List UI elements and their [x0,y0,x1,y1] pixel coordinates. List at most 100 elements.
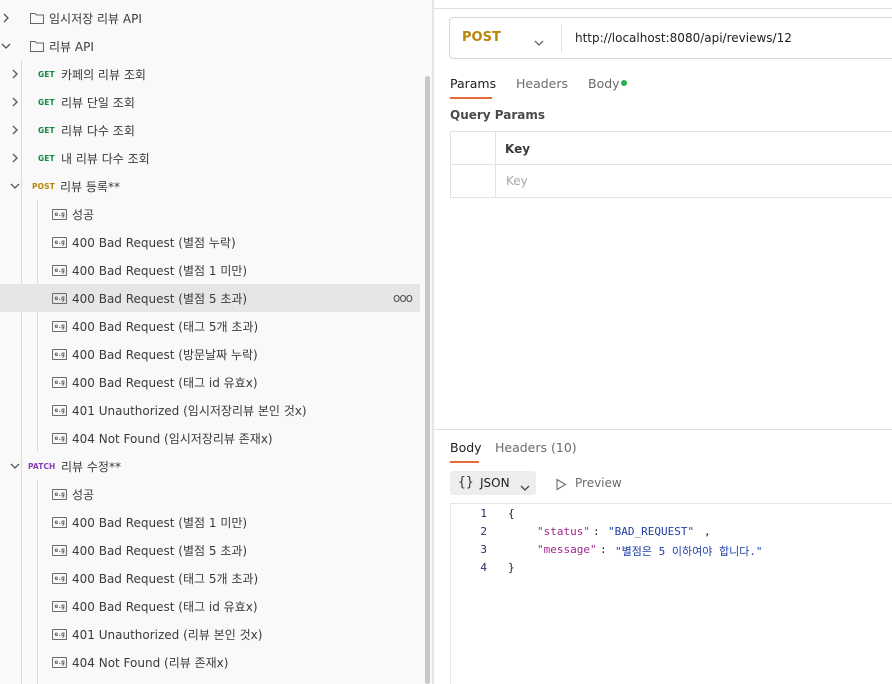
request-item[interactable]: GET 카페의 리뷰 조회 [0,60,420,88]
tab-bar-edge [434,0,892,9]
response-tab-body[interactable]: Body [450,440,482,455]
request-label: 리뷰 수정** [61,459,121,474]
example-item[interactable]: e.g 400 Bad Request (태그 5개 초과) [0,564,420,592]
url-divider [561,24,562,52]
chevron-down-icon[interactable] [10,461,20,471]
tab-headers[interactable]: Headers [516,76,568,91]
query-params-table: Key Key [450,131,892,198]
chevron-down-icon [520,478,530,491]
json-open-brace: { [508,507,515,520]
example-item[interactable]: e.g 401 Unauthorized (리뷰 본인 것x) [0,620,420,648]
play-icon[interactable] [555,476,567,491]
request-url-bar: POST http://localhost:8080/api/reviews/1… [449,17,892,59]
tab-body[interactable]: Body [588,76,620,91]
example-item[interactable]: e.g 400 Bad Request (별점 1 미만) [0,256,420,284]
json-key: "status" [537,525,590,538]
example-item[interactable]: e.g 404 Not Found (임시저장리뷰 존재x) [0,424,420,452]
example-item[interactable]: e.g 400 Bad Request (별점 1 미만) [0,508,420,536]
chevron-down-icon[interactable] [1,41,11,51]
example-item[interactable]: e.g 400 Bad Request (태그 5개 초과) [0,312,420,340]
line-number: 1 [480,507,487,520]
example-item-selected[interactable]: e.g 400 Bad Request (별점 5 초과) ooo [0,284,420,312]
example-icon: e.g [52,376,67,388]
request-label: 리뷰 다수 조회 [61,123,135,138]
example-item[interactable]: e.g 404 Not Found (리뷰 존재x) [0,648,420,676]
example-item[interactable]: e.g 401 Unauthorized (임시저장리뷰 본인 것x) [0,396,420,424]
request-item[interactable]: GET 내 리뷰 다수 조회 [0,144,420,172]
chevron-right-icon[interactable] [10,69,20,79]
example-icon: e.g [52,236,67,248]
method-badge-get: GET [38,125,55,135]
example-item[interactable]: e.g 400 Bad Request (별점 누락) [0,228,420,256]
chevron-right-icon[interactable] [10,125,20,135]
line-number: 4 [480,561,487,574]
preview-button[interactable]: Preview [575,476,622,490]
example-label: 400 Bad Request (별점 5 초과) [72,543,248,558]
collection-temp-review-api[interactable]: 임시저장 리뷰 API [0,4,420,32]
collection-review-api[interactable]: 리뷰 API [0,32,420,60]
method-select[interactable]: POST [462,30,501,45]
example-icon: e.g [52,292,67,304]
method-badge-get: GET [38,153,55,163]
example-label: 401 Unauthorized (리뷰 본인 것x) [72,627,263,642]
chevron-right-icon[interactable] [10,153,20,163]
response-pane-divider[interactable] [434,429,892,430]
json-colon: : [593,525,607,538]
chevron-right-icon[interactable] [1,13,11,23]
table-column-divider [495,132,496,197]
format-select[interactable]: {} JSON [450,471,536,495]
method-badge-patch: PATCH [28,461,56,471]
folder-icon [30,40,44,52]
collection-label: 임시저장 리뷰 API [49,11,142,26]
request-label: 리뷰 등록** [60,179,120,194]
body-modified-dot [621,80,627,86]
example-label: 400 Bad Request (태그 id 유효x) [72,375,258,390]
collection-label: 리뷰 API [49,39,94,54]
example-icon: e.g [52,432,67,444]
chevron-down-icon[interactable] [10,181,20,191]
example-item[interactable]: e.g 400 Bad Request (태그 id 유효x) [0,368,420,396]
example-icon: e.g [52,656,67,668]
example-label: 400 Bad Request (태그 5개 초과) [72,571,259,586]
key-input[interactable]: Key [506,174,528,188]
sidebar-scrollbar-thumb[interactable] [425,76,430,684]
request-label: 카페의 리뷰 조회 [61,67,146,82]
example-item[interactable]: e.g 성공 [0,480,420,508]
request-item-patch-review[interactable]: PATCH 리뷰 수정** [0,452,420,480]
json-string: "별점은 5 이하여야 합니다." [615,545,763,558]
example-label: 성공 [72,207,95,222]
json-braces-icon: {} [458,475,474,490]
example-icon: e.g [52,628,67,640]
tab-params-underline [450,97,492,99]
chevron-down-icon[interactable] [534,33,544,46]
request-label: 내 리뷰 다수 조회 [61,151,150,166]
method-badge-get: GET [38,69,55,79]
example-icon: e.g [52,488,67,500]
example-icon: e.g [52,348,67,360]
collections-sidebar: 임시저장 리뷰 API 리뷰 API GET 카페의 리뷰 조회 GET 리뷰 … [0,0,432,684]
request-item-post-review[interactable]: POST 리뷰 등록** [0,172,420,200]
example-item[interactable]: e.g 성공 [0,200,420,228]
url-input[interactable]: http://localhost:8080/api/reviews/12 [575,31,792,45]
example-icon: e.g [52,264,67,276]
request-item[interactable]: GET 리뷰 다수 조회 [0,116,420,144]
example-item[interactable]: e.g 400 Bad Request (태그 id 유효x) [0,592,420,620]
example-icon: e.g [52,572,67,584]
line-number: 2 [480,525,487,538]
example-label: 성공 [72,487,95,502]
example-label: 400 Bad Request (별점 누락) [72,235,236,250]
example-label: 404 Not Found (임시저장리뷰 존재x) [72,431,273,446]
example-item[interactable]: e.g 400 Bad Request (방문날짜 누락) [0,340,420,368]
chevron-right-icon[interactable] [10,97,20,107]
more-actions-icon[interactable]: ooo [393,291,413,305]
key-column-header: Key [505,142,531,156]
request-item[interactable]: GET 리뷰 단일 조회 [0,88,420,116]
response-tab-headers[interactable]: Headers (10) [495,440,577,455]
example-icon: e.g [52,516,67,528]
example-label: 400 Bad Request (태그 id 유효x) [72,599,258,614]
request-editor: POST http://localhost:8080/api/reviews/1… [434,0,892,684]
json-string: "BAD_REQUEST" [608,525,695,538]
tab-params[interactable]: Params [450,76,496,91]
example-item[interactable]: e.g 400 Bad Request (별점 5 초과) [0,536,420,564]
response-body-viewer[interactable]: 1 2 3 4 { "status" : "BAD_REQUEST" , "me… [450,503,892,684]
